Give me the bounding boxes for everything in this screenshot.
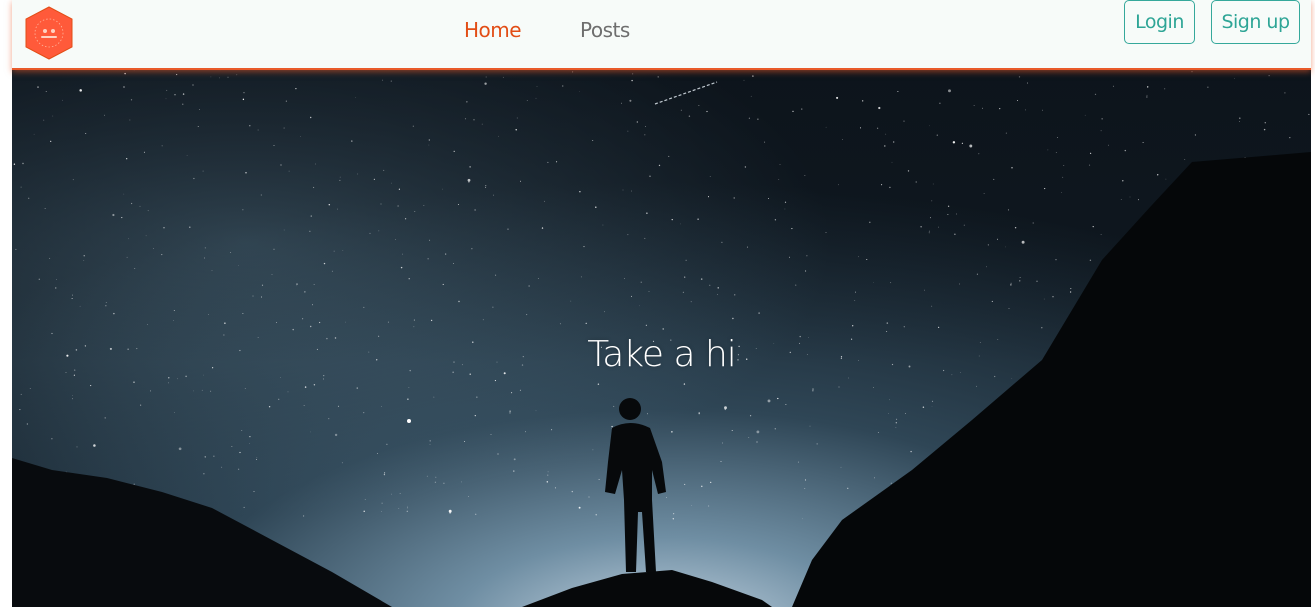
login-button[interactable]: Login xyxy=(1124,0,1195,44)
hero-title: Take a hi xyxy=(587,334,737,375)
hero-background-image xyxy=(12,0,1311,607)
page-frame: Take a hi xyxy=(12,0,1311,607)
nav-link-posts[interactable]: Posts xyxy=(580,18,630,42)
hero-section: Take a hi xyxy=(12,0,1311,607)
signup-button[interactable]: Sign up xyxy=(1211,0,1300,44)
nav-link-home[interactable]: Home xyxy=(464,18,522,42)
top-navbar: Home Posts Login Sign up xyxy=(12,0,1311,70)
hexagon-logo-icon[interactable] xyxy=(24,6,74,60)
